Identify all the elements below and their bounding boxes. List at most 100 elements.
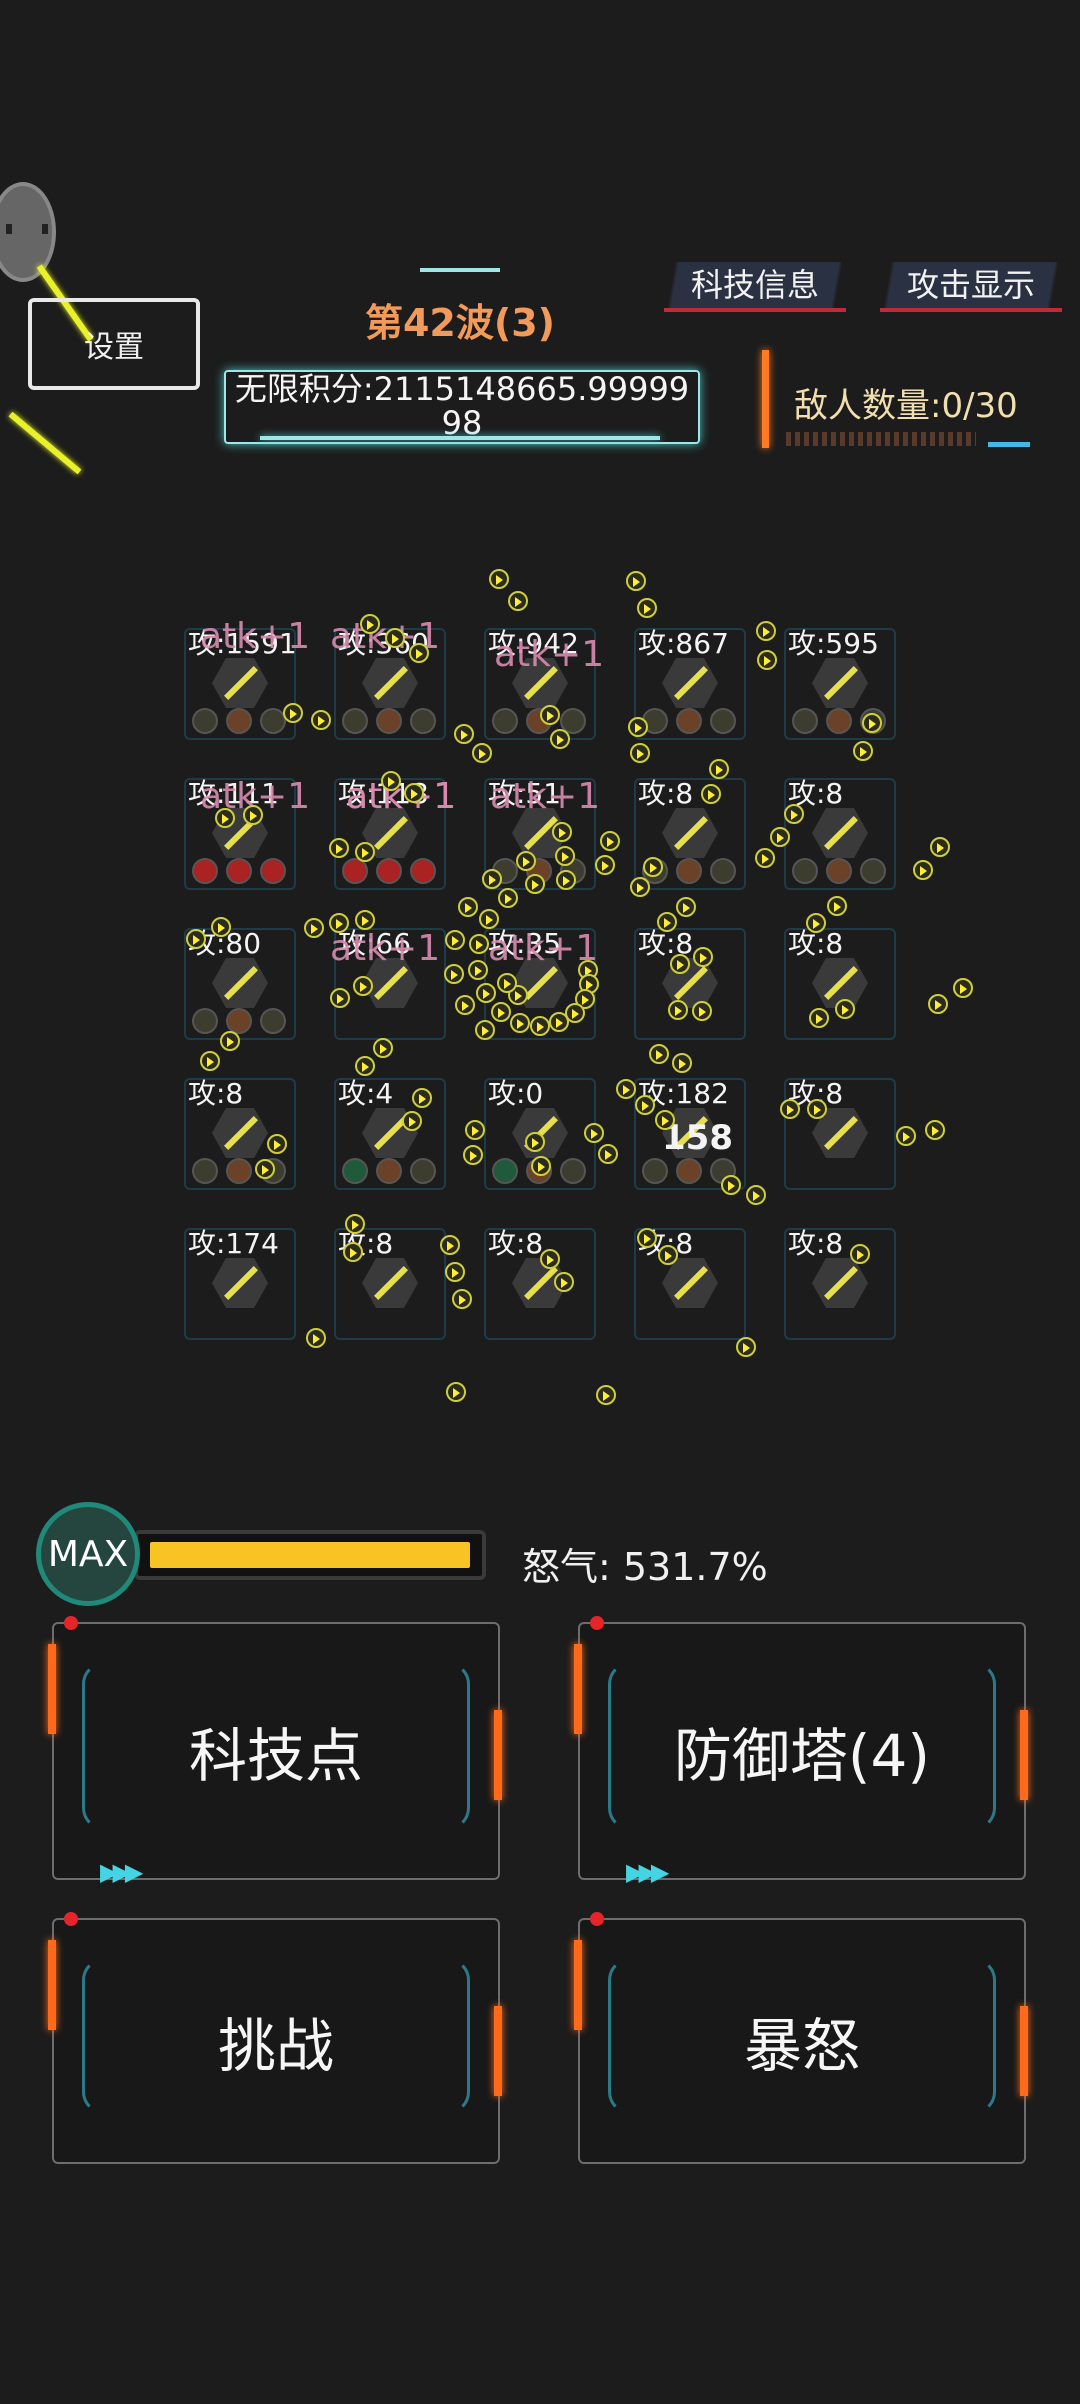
upgrade-gem-icon	[492, 708, 518, 734]
bullet-icon	[381, 770, 402, 791]
lightning-bolt	[8, 411, 82, 475]
avatar[interactable]	[0, 182, 56, 282]
bullet-icon	[471, 743, 492, 764]
bullet-icon	[555, 870, 576, 891]
bullet-icon	[444, 1261, 465, 1282]
towers-button[interactable]: ▶▶▶ 防御塔(4)	[574, 1616, 1028, 1886]
bullet-icon	[597, 1143, 618, 1164]
upgrade-gem-icon	[676, 858, 702, 884]
bullet-icon	[643, 856, 664, 877]
upgrade-gem-icon	[676, 1158, 702, 1184]
bullet-icon	[524, 873, 545, 894]
bullet-icon	[755, 621, 776, 642]
bullet-icon	[439, 1234, 460, 1255]
bullet-icon	[672, 1052, 693, 1073]
bullet-icon	[451, 1288, 472, 1309]
upgrade-gem-icon	[826, 858, 852, 884]
bullet-icon	[509, 1012, 530, 1033]
bullet-icon	[809, 1007, 830, 1028]
bullet-icon	[649, 1043, 670, 1064]
floating-buff-text: atk+1	[200, 616, 311, 657]
bullet-icon	[630, 877, 651, 898]
bullet-icon	[676, 896, 697, 917]
bullet-icon	[475, 983, 496, 1004]
upgrade-gem-icon	[410, 708, 436, 734]
max-label: MAX	[47, 1533, 129, 1575]
upgrade-gem-icon	[192, 858, 218, 884]
tower-attack: 攻:867	[638, 627, 729, 660]
bullet-icon	[457, 896, 478, 917]
bullet-icon	[345, 1213, 366, 1234]
bullet-icon	[626, 571, 647, 592]
bullet-icon	[896, 1126, 917, 1147]
upgrade-gem-icon	[226, 1158, 252, 1184]
bullet-icon	[463, 1145, 484, 1166]
bullet-icon	[925, 1119, 946, 1140]
bullet-icon	[708, 759, 729, 780]
bullet-icon	[490, 1001, 511, 1022]
upgrade-gem-icon	[676, 708, 702, 734]
score-line-1: 无限积分:2115148665.99999	[234, 370, 690, 408]
bullet-icon	[692, 1000, 713, 1021]
bullet-icon	[444, 964, 465, 985]
score-frame-bottom	[260, 436, 660, 440]
tech-points-button[interactable]: ▶▶▶ 科技点	[48, 1616, 502, 1886]
tower-attack: 攻:174	[188, 1227, 279, 1260]
upgrade-gem-icon	[192, 708, 218, 734]
bullet-icon	[404, 782, 425, 803]
settings-button[interactable]: 设置	[28, 298, 200, 390]
bullet-icon	[655, 1109, 676, 1130]
upgrade-gem-icon	[342, 708, 368, 734]
upgrade-gem-icon	[342, 1158, 368, 1184]
bullet-icon	[467, 960, 488, 980]
fury-button[interactable]: 暴怒	[574, 1912, 1028, 2164]
wave-indicator: 第42波(3)	[364, 301, 556, 345]
bullet-icon	[220, 1030, 241, 1051]
upgrade-gem-icon	[710, 858, 736, 884]
bullet-icon	[310, 709, 331, 730]
bullet-icon	[552, 821, 573, 842]
bullet-icon	[600, 830, 621, 851]
bullet-icon	[826, 896, 847, 917]
towers-label: 防御塔(4)	[673, 1722, 931, 1790]
floating-buff-text: atk+1	[490, 776, 601, 817]
bullet-icon	[805, 913, 826, 934]
bullet-icon	[342, 1241, 363, 1262]
rage-max-badge[interactable]: MAX	[36, 1502, 140, 1606]
bullet-icon	[629, 743, 650, 764]
rage-bar-fill	[150, 1542, 470, 1568]
bullet-icon	[861, 713, 882, 734]
attack-display-button[interactable]: 攻击显示	[880, 262, 1062, 312]
bullet-icon	[754, 848, 775, 869]
bullet-icon	[636, 598, 657, 619]
bullet-icon	[780, 1098, 801, 1119]
bullet-icon	[444, 930, 465, 950]
bullet-icon	[693, 946, 714, 967]
upgrade-gem-icon	[376, 708, 402, 734]
tower-attack: 攻:595	[788, 627, 879, 660]
floating-buff-text: atk+1	[330, 928, 441, 969]
bullet-icon	[656, 911, 677, 932]
tech-points-label: 科技点	[188, 1722, 363, 1790]
tower-attack: 攻:0	[488, 1077, 544, 1110]
upgrade-gem-icon	[410, 858, 436, 884]
upgrade-gem-icon	[226, 708, 252, 734]
bullet-icon	[595, 1384, 616, 1405]
upgrade-gem-icon	[642, 1158, 668, 1184]
upgrade-gem-icon	[260, 708, 286, 734]
rage-label: 怒气: 531.7%	[522, 1545, 768, 1589]
challenge-button[interactable]: 挑战	[48, 1912, 502, 2164]
bullet-icon	[266, 1134, 287, 1155]
score-line-2: 98	[441, 404, 483, 442]
bullet-icon	[550, 729, 571, 750]
tower-attack: 攻:8	[188, 1077, 244, 1110]
enemy-progress-bar	[786, 432, 976, 446]
tech-info-button[interactable]: 科技信息	[664, 262, 846, 312]
bullet-icon	[852, 740, 873, 761]
attack-display-label: 攻击显示	[906, 266, 1035, 304]
enemy-count: 敌人数量:0/30	[794, 386, 1018, 426]
bullet-icon	[555, 846, 575, 867]
bullet-icon	[498, 887, 519, 908]
bullet-icon	[952, 978, 973, 999]
floating-buff-text: atk+1	[494, 634, 605, 675]
